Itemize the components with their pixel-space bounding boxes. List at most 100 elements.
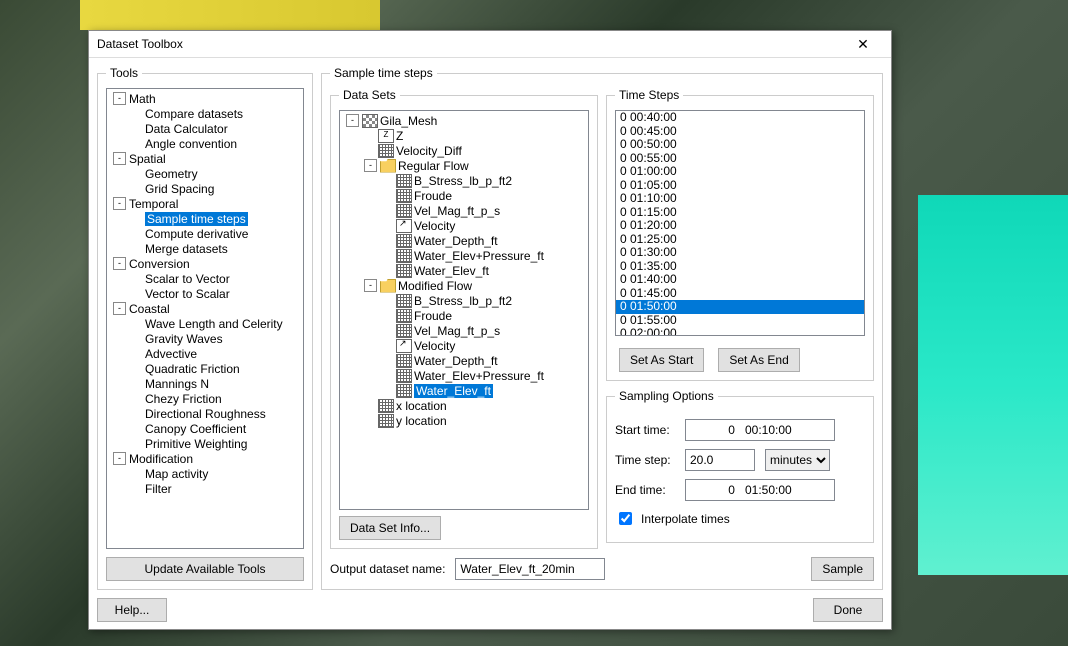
update-tools-button[interactable]: Update Available Tools [106, 557, 304, 581]
output-name-input[interactable] [455, 558, 605, 580]
set-as-start-button[interactable]: Set As Start [619, 348, 704, 372]
tree-item[interactable]: Scalar to Vector [109, 271, 301, 286]
tree-item[interactable]: Water_Depth_ft [342, 233, 586, 248]
tree-item[interactable]: Sample time steps [109, 211, 301, 226]
tree-item[interactable]: Primitive Weighting [109, 436, 301, 451]
time-item[interactable]: 0 01:45:00 [616, 287, 864, 301]
close-icon[interactable]: ✕ [843, 36, 883, 53]
sample-button[interactable]: Sample [811, 557, 874, 581]
map-teal [918, 195, 1068, 575]
expand-icon[interactable]: - [364, 279, 377, 292]
tree-item[interactable]: Merge datasets [109, 241, 301, 256]
tree-item[interactable]: Water_Elev_ft [342, 263, 586, 278]
tree-item[interactable]: Map activity [109, 466, 301, 481]
tree-item[interactable]: -Math [109, 91, 301, 106]
map-yellow [80, 0, 380, 30]
tree-item[interactable]: Data Calculator [109, 121, 301, 136]
time-item[interactable]: 0 01:20:00 [616, 219, 864, 233]
expand-icon[interactable]: - [113, 92, 126, 105]
start-time-input[interactable] [685, 419, 835, 441]
tree-item[interactable]: -Temporal [109, 196, 301, 211]
time-item[interactable]: 0 01:40:00 [616, 273, 864, 287]
time-item[interactable]: 0 01:55:00 [616, 314, 864, 328]
tree-item[interactable]: Froude [342, 188, 586, 203]
interpolate-checkbox-row[interactable]: Interpolate times [615, 509, 865, 528]
tree-item[interactable]: Water_Depth_ft [342, 353, 586, 368]
done-button[interactable]: Done [813, 598, 883, 622]
tree-item[interactable]: Wave Length and Celerity [109, 316, 301, 331]
datasets-tree[interactable]: -Gila_MeshZZVelocity_Diff-Regular FlowB_… [339, 110, 589, 510]
tree-item[interactable]: Water_Elev+Pressure_ft [342, 368, 586, 383]
time-item[interactable]: 0 01:50:00 [616, 300, 864, 314]
interpolate-checkbox[interactable] [619, 512, 632, 525]
tree-item[interactable]: Directional Roughness [109, 406, 301, 421]
tree-item[interactable]: -Regular Flow [342, 158, 586, 173]
tree-item[interactable]: Compute derivative [109, 226, 301, 241]
tree-item[interactable]: Velocity [342, 338, 586, 353]
tree-item[interactable]: ZZ [342, 128, 586, 143]
tree-item[interactable]: Compare datasets [109, 106, 301, 121]
time-item[interactable]: 0 01:30:00 [616, 246, 864, 260]
tree-label: Water_Depth_ft [414, 354, 498, 368]
time-item[interactable]: 0 00:55:00 [616, 152, 864, 166]
tree-item[interactable]: Water_Elev_ft [342, 383, 586, 398]
end-time-input[interactable] [685, 479, 835, 501]
expand-icon[interactable]: - [113, 197, 126, 210]
time-item[interactable]: 0 00:50:00 [616, 138, 864, 152]
dataset-toolbox-dialog: Dataset Toolbox ✕ Tools -MathCompare dat… [88, 30, 892, 630]
tree-item[interactable]: B_Stress_lb_p_ft2 [342, 293, 586, 308]
timesteps-list[interactable]: 0 00:40:000 00:45:000 00:50:000 00:55:00… [615, 110, 865, 336]
time-item[interactable]: 0 00:45:00 [616, 125, 864, 139]
tree-item[interactable]: Filter [109, 481, 301, 496]
time-item[interactable]: 0 01:05:00 [616, 179, 864, 193]
time-item[interactable]: 0 02:00:00 [616, 327, 864, 336]
tree-item[interactable]: Quadratic Friction [109, 361, 301, 376]
tree-item[interactable]: x location [342, 398, 586, 413]
tree-item[interactable]: Water_Elev+Pressure_ft [342, 248, 586, 263]
help-button[interactable]: Help... [97, 598, 167, 622]
tree-item[interactable]: Vector to Scalar [109, 286, 301, 301]
tree-item[interactable]: Grid Spacing [109, 181, 301, 196]
time-item[interactable]: 0 00:40:00 [616, 111, 864, 125]
expand-icon[interactable]: - [346, 114, 359, 127]
expand-icon[interactable]: - [364, 159, 377, 172]
tree-item[interactable]: B_Stress_lb_p_ft2 [342, 173, 586, 188]
tree-item[interactable]: -Spatial [109, 151, 301, 166]
tree-item[interactable]: Mannings N [109, 376, 301, 391]
z-icon: Z [378, 129, 394, 143]
tree-item[interactable]: Vel_Mag_ft_p_s [342, 323, 586, 338]
expand-icon[interactable]: - [113, 152, 126, 165]
tree-label: Froude [414, 189, 452, 203]
tree-item[interactable]: Advective [109, 346, 301, 361]
tree-item[interactable]: -Modified Flow [342, 278, 586, 293]
tree-item[interactable]: -Conversion [109, 256, 301, 271]
tree-item[interactable]: Velocity_Diff [342, 143, 586, 158]
tree-item[interactable]: Chezy Friction [109, 391, 301, 406]
expand-icon[interactable]: - [113, 257, 126, 270]
time-item[interactable]: 0 01:15:00 [616, 206, 864, 220]
tree-item[interactable]: -Gila_Mesh [342, 113, 586, 128]
tree-item[interactable]: y location [342, 413, 586, 428]
time-item[interactable]: 0 01:25:00 [616, 233, 864, 247]
time-step-input[interactable] [685, 449, 755, 471]
tree-label: x location [396, 399, 447, 413]
time-step-unit-select[interactable]: minutes [765, 449, 830, 471]
tree-item[interactable]: Froude [342, 308, 586, 323]
expand-icon[interactable]: - [113, 302, 126, 315]
dataset-info-button[interactable]: Data Set Info... [339, 516, 441, 540]
tree-item[interactable]: -Coastal [109, 301, 301, 316]
expand-icon[interactable]: - [113, 452, 126, 465]
tree-item[interactable]: Geometry [109, 166, 301, 181]
titlebar[interactable]: Dataset Toolbox ✕ [89, 31, 891, 58]
tree-item[interactable]: Velocity [342, 218, 586, 233]
tools-tree[interactable]: -MathCompare datasetsData CalculatorAngl… [106, 88, 304, 549]
tree-item[interactable]: Vel_Mag_ft_p_s [342, 203, 586, 218]
set-as-end-button[interactable]: Set As End [718, 348, 799, 372]
time-item[interactable]: 0 01:10:00 [616, 192, 864, 206]
tree-item[interactable]: Gravity Waves [109, 331, 301, 346]
time-item[interactable]: 0 01:00:00 [616, 165, 864, 179]
tree-item[interactable]: Canopy Coefficient [109, 421, 301, 436]
tree-item[interactable]: -Modification [109, 451, 301, 466]
time-item[interactable]: 0 01:35:00 [616, 260, 864, 274]
tree-item[interactable]: Angle convention [109, 136, 301, 151]
